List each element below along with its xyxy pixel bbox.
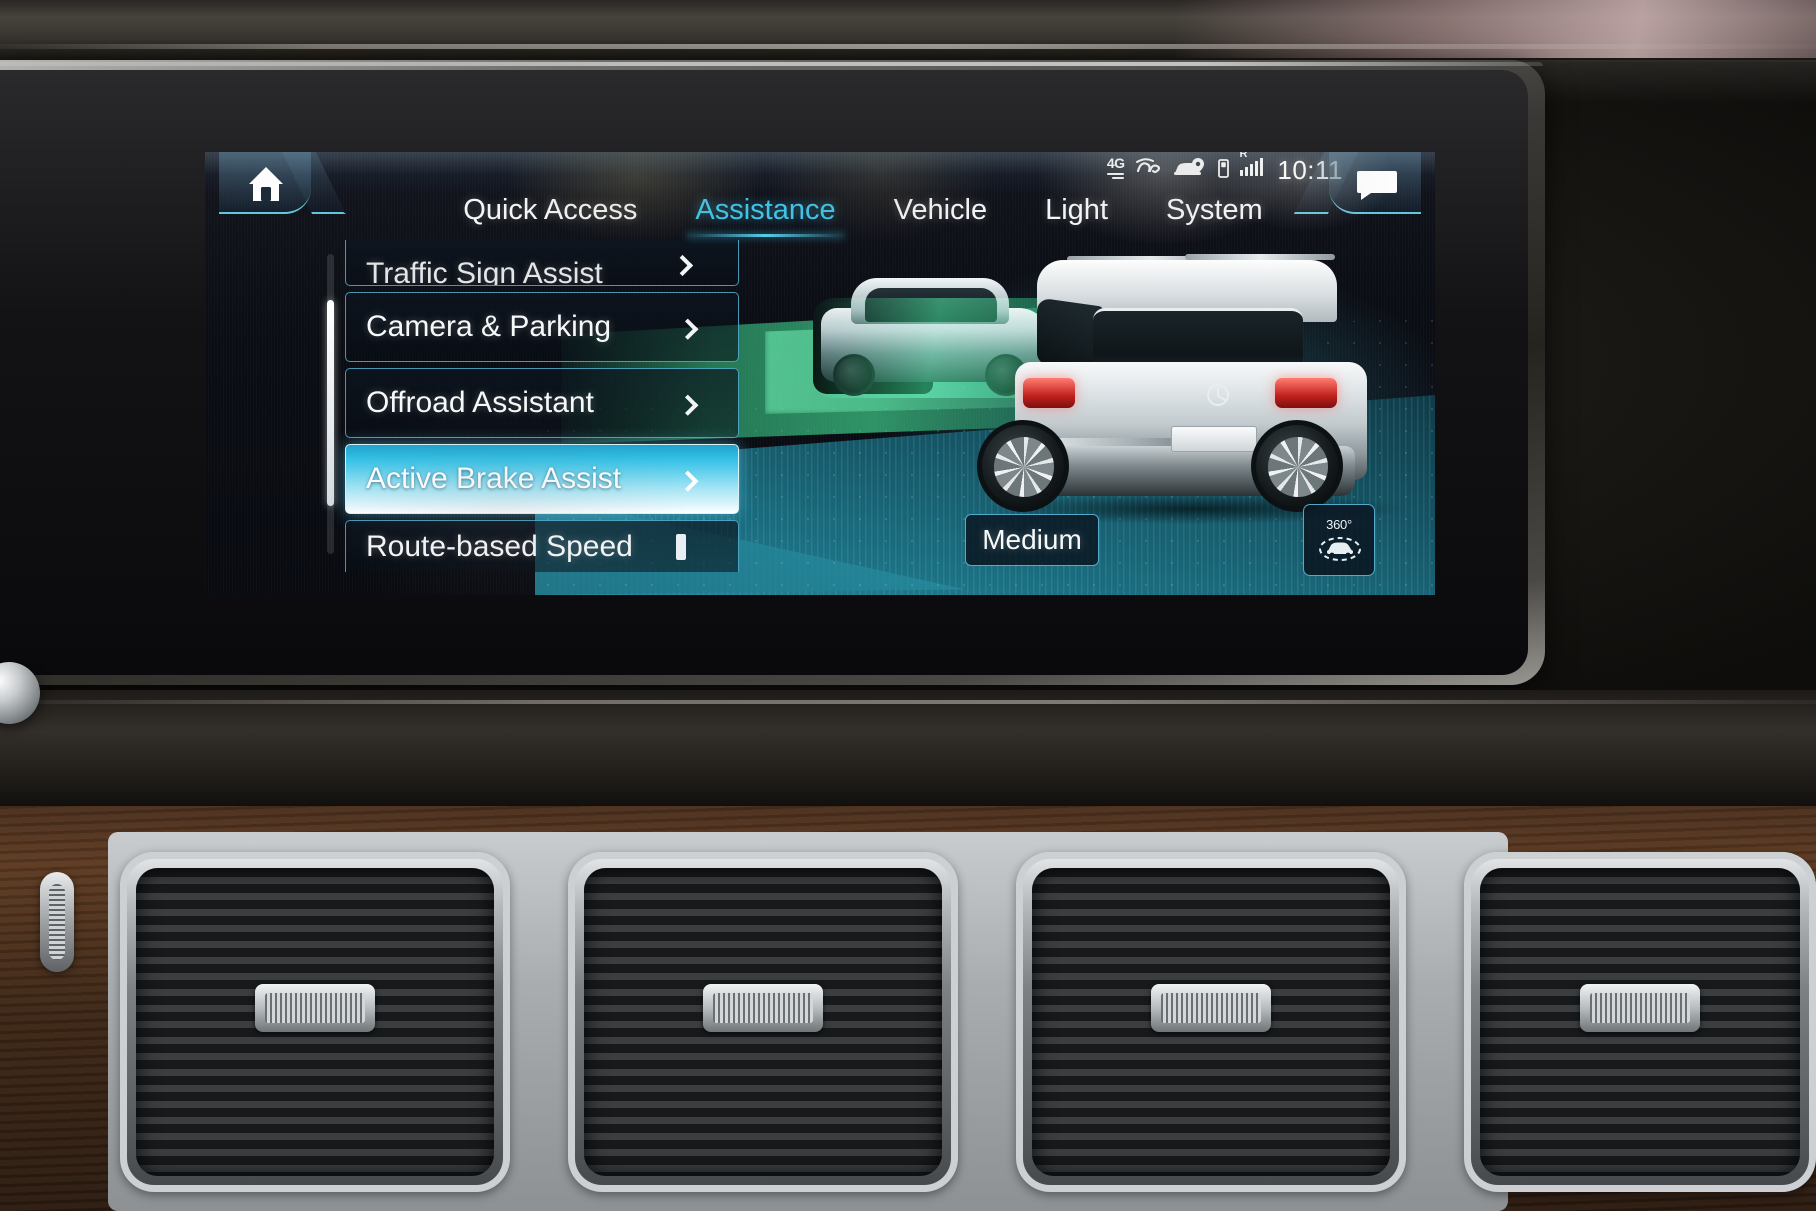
middle-trim-band [0,690,1816,810]
tab-quick-access[interactable]: Quick Access [453,192,647,237]
chevron-right-icon [677,470,699,492]
chevron-right-icon [671,254,694,277]
suv-taillight [1275,378,1337,408]
menu-item-label: Active Brake Assist [366,462,622,495]
mercedes-me-icon [1135,157,1162,178]
sensitivity-value-button[interactable]: Medium [965,514,1099,566]
home-button[interactable] [219,152,347,214]
menu-item-label: Route-based Speed [366,529,633,563]
air-vent[interactable] [1464,852,1816,1192]
network-label: 4G [1106,155,1125,171]
menu-item-offroad-assistant[interactable]: Offroad Assistant [345,368,739,438]
air-vent[interactable] [1016,852,1406,1192]
menu-item-label: Offroad Assistant [366,386,594,419]
tab-vehicle[interactable]: Vehicle [884,192,998,237]
tab-system[interactable]: System [1156,192,1273,237]
vent-control-knob[interactable] [1151,984,1271,1033]
vent-slider-knob[interactable] [40,872,74,972]
menu-list: Traffic Sign Assist Camera & Parking Off… [345,240,739,578]
signal-bars-icon: R [1239,152,1263,176]
vent-control-knob[interactable] [255,984,375,1033]
chevron-right-icon [677,394,699,416]
status-icon-group: 4G R [1107,152,1263,179]
suv-license-plate [1171,426,1257,452]
sim-card-icon [1217,158,1229,178]
upper-trim-reflection [1176,0,1816,58]
car-location-icon [1173,157,1207,179]
menu-item-label: Camera & Parking [366,310,612,343]
air-vent[interactable] [120,852,510,1192]
infotainment-screen[interactable]: 4G R 10:11 Quick Access Assistance Vehic… [205,152,1435,595]
suv-wheel [977,420,1069,512]
suv-wheel-rim [994,437,1054,497]
surround-view-camera-icon [1319,537,1361,561]
air-vent[interactable] [568,852,958,1192]
assistance-menu: Traffic Sign Assist Camera & Parking Off… [327,240,739,572]
menu-item-label: Traffic Sign Assist [366,257,603,286]
suv-wheel-rim [1268,437,1328,497]
home-icon [249,167,283,201]
display-bezel-highlight [0,62,1543,66]
upper-trim-highlight [0,44,1816,49]
chevron-right-icon [676,533,686,560]
main-tab-bar: Quick Access Assistance Vehicle Light Sy… [205,188,1435,240]
menu-scrollbar[interactable] [327,254,334,554]
vent-control-knob[interactable] [1580,984,1700,1033]
surround-view-camera-button[interactable]: 360° [1303,504,1375,576]
tab-light[interactable]: Light [1035,192,1118,237]
mercedes-star-icon [1207,384,1229,406]
message-button[interactable] [1293,152,1421,214]
chevron-right-icon [677,318,699,340]
roaming-indicator: R [1239,152,1248,160]
menu-item-traffic-sign-assist[interactable]: Traffic Sign Assist [345,240,739,286]
middle-trim-highlight [0,700,1816,704]
tab-assistance[interactable]: Assistance [685,192,845,237]
suv-rear-icon [975,250,1423,524]
menu-scroll-thumb[interactable] [327,300,334,506]
menu-item-camera-and-parking[interactable]: Camera & Parking [345,292,739,362]
camera-degrees-label: 360° [1326,517,1352,532]
message-bubble-icon [1357,171,1397,200]
suv-taillight [1023,378,1075,408]
vent-control-knob[interactable] [703,984,823,1033]
vehicle-dashboard: 4G R 10:11 Quick Access Assistance Vehic… [0,0,1816,1211]
network-arrows [1107,171,1125,179]
suv-wheel [1251,420,1343,512]
network-4g-icon: 4G [1107,156,1125,179]
menu-item-route-based-speed[interactable]: Route-based Speed [345,520,739,572]
menu-item-active-brake-assist[interactable]: Active Brake Assist [345,444,739,514]
